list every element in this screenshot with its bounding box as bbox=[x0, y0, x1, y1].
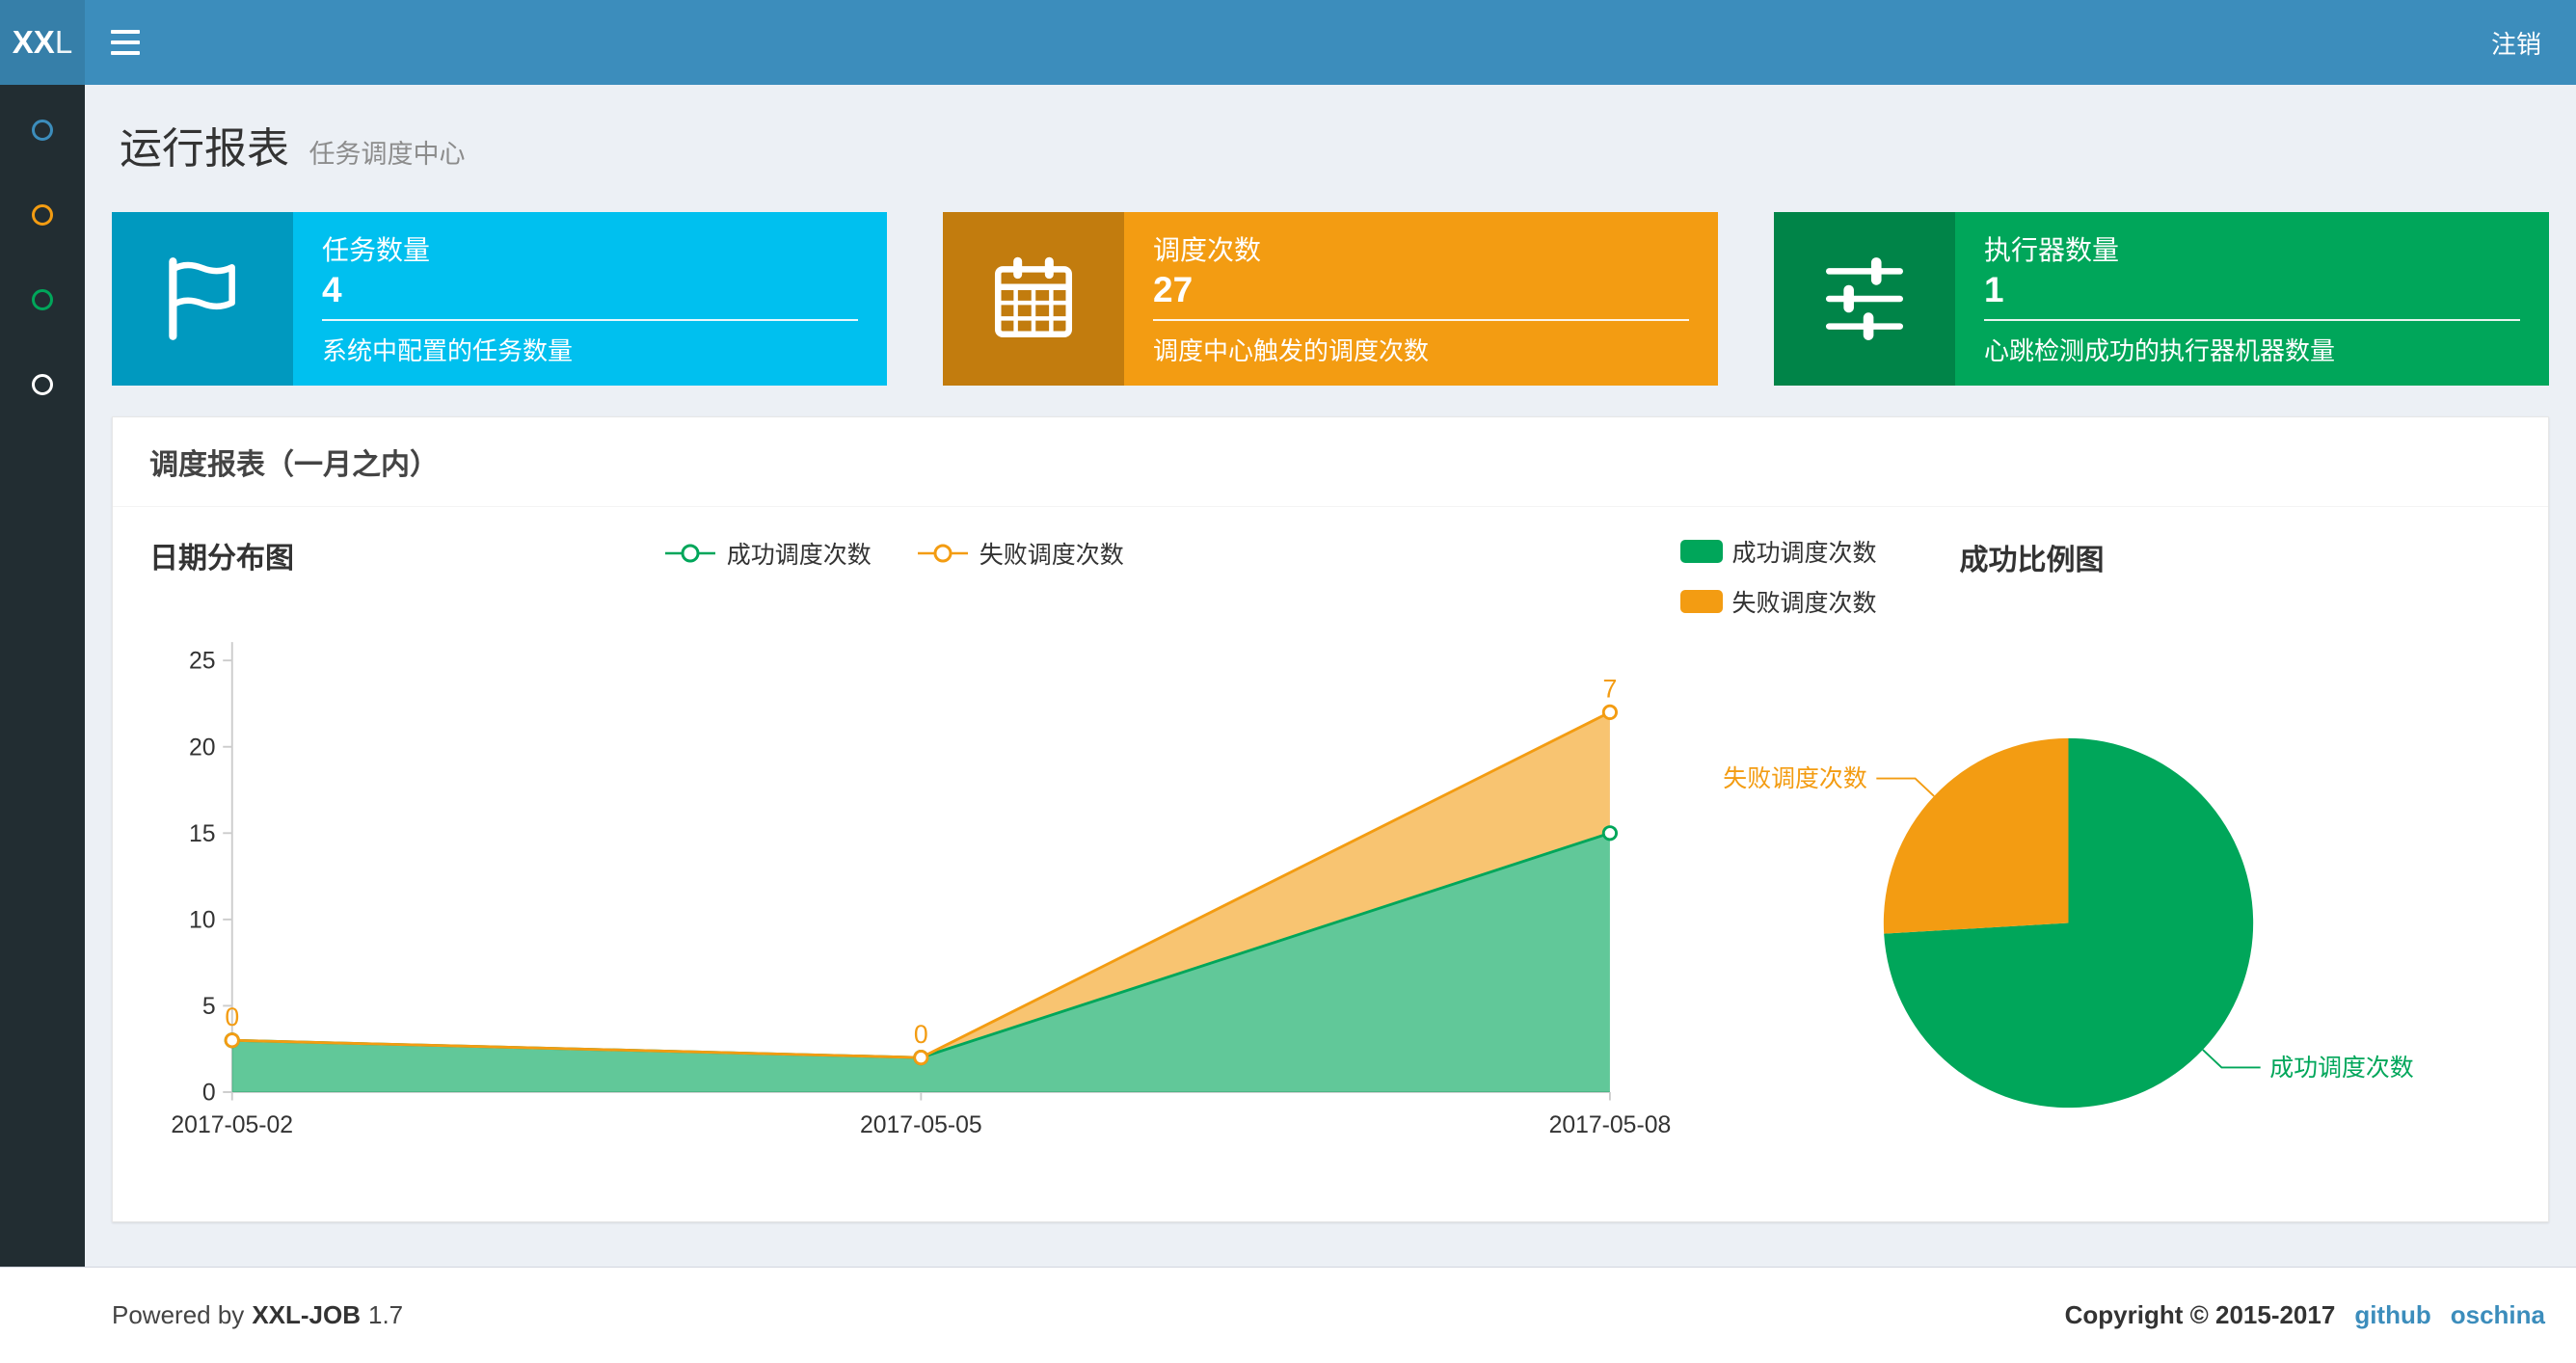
svg-text:成功调度次数: 成功调度次数 bbox=[2269, 1055, 2414, 1082]
product-name: XXL-JOB bbox=[252, 1300, 361, 1329]
main-row: 运行报表 任务调度中心 任务数量 4 系统中配置的任务数量 调度次数 27 调度… bbox=[0, 85, 2576, 1267]
page-subtitle: 任务调度中心 bbox=[309, 140, 466, 169]
info-box-divider bbox=[322, 319, 858, 321]
success-ratio-pie-chart[interactable]: 成功调度次数 失败调度次数 bbox=[1680, 646, 2512, 1163]
info-box-executor-count: 执行器数量 1 心跳检测成功的执行器机器数量 bbox=[1774, 212, 2549, 386]
pie-series-swatch-icon bbox=[1679, 540, 1723, 563]
info-box-divider bbox=[1984, 319, 2520, 321]
legend-item-失败调度次数[interactable]: 失败调度次数 bbox=[1679, 584, 1877, 619]
info-box-description: 系统中配置的任务数量 bbox=[322, 336, 574, 365]
info-box-body: 调度次数 27 调度中心触发的调度次数 bbox=[1124, 212, 1718, 386]
legend-label: 失败调度次数 bbox=[979, 542, 1124, 569]
content-area: 运行报表 任务调度中心 任务数量 4 系统中配置的任务数量 调度次数 27 调度… bbox=[85, 85, 2576, 1267]
sidebar-item-executor[interactable] bbox=[32, 374, 53, 395]
success-ratio-section: 成功调度次数 失败调度次数 成功比例图 成功调度次数 失败调度次数 bbox=[1679, 534, 2512, 1175]
legend-label: 失败调度次数 bbox=[1731, 590, 1877, 617]
product-version: 1.7 bbox=[368, 1300, 404, 1329]
info-box-trigger-count: 调度次数 27 调度中心触发的调度次数 bbox=[943, 212, 1718, 386]
navbar-spacer bbox=[166, 0, 2456, 85]
footer-copyright: Copyright © 2015-2017 github oschina bbox=[2065, 1300, 2545, 1330]
calendar-icon bbox=[943, 212, 1124, 386]
svg-text:0: 0 bbox=[202, 1081, 216, 1107]
sliders-icon bbox=[1774, 212, 1955, 386]
date-distribution-chart[interactable]: 05101520252017-05-02 2017-05-05 2017-05-08… bbox=[149, 605, 1671, 1175]
svg-text:2017-05-05: 2017-05-05 bbox=[860, 1112, 982, 1138]
svg-text:5: 5 bbox=[202, 994, 216, 1020]
sidebar-item-log[interactable] bbox=[32, 289, 53, 310]
legend-item-成功调度次数[interactable]: 成功调度次数 bbox=[1679, 534, 1877, 569]
line-series-marker-icon bbox=[917, 544, 968, 563]
info-box-title: 执行器数量 bbox=[1984, 235, 2120, 265]
top-navbar: XX L 注销 bbox=[0, 0, 2576, 85]
schedule-report-panel: 调度报表（一月之内） 日期分布图 成功调度次数 失败调度次数 0 5 10 15 20 25… bbox=[112, 416, 2549, 1222]
info-box-row: 任务数量 4 系统中配置的任务数量 调度次数 27 调度中心触发的调度次数 执行… bbox=[112, 212, 2549, 386]
sidebar-toggle-button[interactable] bbox=[85, 0, 166, 85]
line-chart-legend: 成功调度次数 失败调度次数 bbox=[149, 536, 1638, 571]
svg-text:失败调度次数: 失败调度次数 bbox=[1723, 765, 1867, 792]
info-box-value: 4 bbox=[322, 270, 342, 309]
date-distribution-section: 日期分布图 成功调度次数 失败调度次数 0 5 10 15 20 25 2017-05-02 2… bbox=[149, 534, 1671, 1175]
page-header: 运行报表 任务调度中心 bbox=[112, 85, 2549, 175]
xxl-job-dashboard: XX L 注销 运行报表 任务调度中心 任务数量 4 系统中配置的任务数量 调度… bbox=[0, 0, 2576, 1363]
svg-text:20: 20 bbox=[189, 735, 216, 761]
pie-chart-header: 成功调度次数 失败调度次数 成功比例图 bbox=[1679, 534, 2512, 619]
legend-label: 成功调度次数 bbox=[726, 542, 872, 569]
svg-text:0: 0 bbox=[225, 1002, 239, 1031]
pie-chart-legend: 成功调度次数 失败调度次数 bbox=[1679, 534, 1877, 619]
oschina-link[interactable]: oschina bbox=[2451, 1300, 2545, 1330]
footer: Powered by XXL-JOB 1.7 Copyright © 2015-20… bbox=[0, 1267, 2576, 1363]
hamburger-icon bbox=[111, 30, 140, 34]
pie-chart-title: 成功比例图 bbox=[1959, 545, 2105, 576]
svg-text:2017-05-02: 2017-05-02 bbox=[171, 1112, 293, 1138]
legend-item-失败调度次数[interactable]: 失败调度次数 bbox=[916, 536, 1124, 571]
logout-link[interactable]: 注销 bbox=[2456, 0, 2576, 85]
legend-item-成功调度次数[interactable]: 成功调度次数 bbox=[663, 536, 872, 571]
legend-label: 成功调度次数 bbox=[1731, 540, 1877, 567]
pie-series-swatch-icon bbox=[1679, 590, 1723, 613]
info-box-job-count: 任务数量 4 系统中配置的任务数量 bbox=[112, 212, 887, 386]
info-box-description: 调度中心触发的调度次数 bbox=[1153, 336, 1430, 365]
sidebar bbox=[0, 85, 85, 1267]
info-box-body: 任务数量 4 系统中配置的任务数量 bbox=[293, 212, 887, 386]
info-box-value: 27 bbox=[1153, 270, 1194, 309]
github-link[interactable]: github bbox=[2354, 1300, 2430, 1330]
info-box-description: 心跳检测成功的执行器机器数量 bbox=[1984, 336, 2336, 365]
svg-text:0: 0 bbox=[914, 1020, 928, 1049]
info-box-value: 1 bbox=[1984, 270, 2004, 309]
flag-icon bbox=[112, 212, 293, 386]
info-box-body: 执行器数量 1 心跳检测成功的执行器机器数量 bbox=[1955, 212, 2549, 386]
sidebar-item-job[interactable] bbox=[32, 204, 53, 226]
info-box-title: 调度次数 bbox=[1153, 235, 1262, 265]
sidebar-item-report[interactable] bbox=[32, 120, 53, 141]
info-box-divider bbox=[1153, 319, 1689, 321]
svg-text:2017-05-08: 2017-05-08 bbox=[1549, 1112, 1672, 1138]
info-box-title: 任务数量 bbox=[322, 235, 431, 265]
svg-text:25: 25 bbox=[189, 649, 216, 675]
line-chart-header: 日期分布图 成功调度次数 失败调度次数 bbox=[149, 534, 1638, 580]
copyright-text: Copyright © 2015-2017 bbox=[2064, 1300, 2336, 1329]
panel-body: 日期分布图 成功调度次数 失败调度次数 0 5 10 15 20 25 2017-05-02 2… bbox=[113, 507, 2548, 1221]
svg-text:7: 7 bbox=[1602, 675, 1617, 704]
svg-text:15: 15 bbox=[189, 821, 216, 847]
app-logo-text: XX bbox=[12, 24, 55, 60]
line-series-marker-icon bbox=[664, 544, 715, 563]
app-logo[interactable]: XX L bbox=[0, 0, 85, 85]
footer-powered-by: Powered by XXL-JOB 1.7 bbox=[112, 1300, 404, 1329]
page-title: 运行报表 bbox=[120, 125, 289, 173]
panel-title: 调度报表（一月之内） bbox=[113, 417, 2548, 507]
svg-text:10: 10 bbox=[189, 907, 216, 933]
